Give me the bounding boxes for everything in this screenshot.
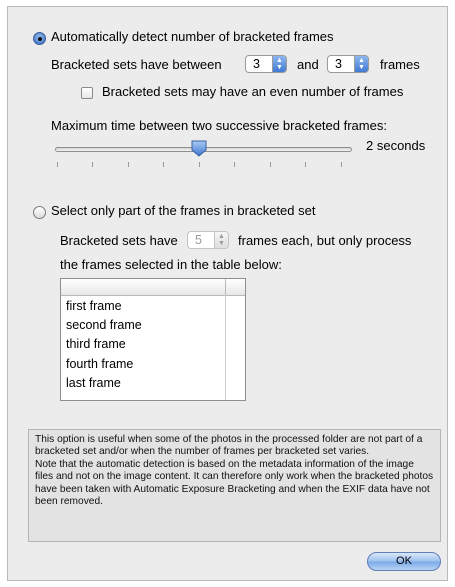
slider-tick [199,162,200,167]
max-time-label: Maximum time between two successive brac… [51,118,387,133]
slider-value-text: 2 seconds [366,138,426,153]
select-part-radio[interactable] [33,206,46,219]
even-number-checkbox[interactable] [81,87,93,99]
slider-tick [92,162,93,167]
table-instruction-text: the frames selected in the table below: [60,257,282,272]
ok-button[interactable]: OK [367,552,441,571]
list-item[interactable]: first frame [66,299,122,313]
list-item[interactable]: fourth frame [66,357,133,371]
slider-tick [270,162,271,167]
max-frames-stepper[interactable]: 3 ▲ ▼ [327,55,369,73]
stepper-arrows-icon[interactable]: ▲ ▼ [272,56,286,72]
info-text-box: This option is useful when some of the p… [28,429,441,542]
max-time-slider-thumb[interactable] [191,140,207,157]
frames-table[interactable]: first frame second frame third frame fou… [60,278,246,401]
min-frames-stepper[interactable]: 3 ▲ ▼ [245,55,287,73]
slider-tick [234,162,235,167]
each-suffix-text: frames each, but only process [238,233,412,248]
list-item[interactable]: third frame [66,337,126,351]
min-frames-value: 3 [253,57,260,71]
stepper-arrows-icon[interactable]: ▲ ▼ [214,232,228,248]
select-part-label: Select only part of the frames in bracke… [51,203,316,218]
stepper-arrows-icon[interactable]: ▲ ▼ [354,56,368,72]
slider-tick [128,162,129,167]
auto-detect-label: Automatically detect number of bracketed… [51,29,334,44]
frames-suffix-text: frames [380,57,420,72]
even-number-label: Bracketed sets may have an even number o… [102,84,404,99]
frames-count-stepper[interactable]: 5 ▲ ▼ [187,231,229,249]
between-prefix-text: Bracketed sets have between [51,57,222,72]
table-header[interactable] [61,279,245,296]
bracketing-dialog: Automatically detect number of bracketed… [7,6,448,581]
slider-tick [341,162,342,167]
and-text: and [297,57,319,72]
slider-tick [57,162,58,167]
auto-detect-radio[interactable] [33,32,46,45]
have-prefix-text: Bracketed sets have [60,233,178,248]
slider-tick [305,162,306,167]
frames-count-value: 5 [195,233,202,247]
list-item[interactable]: second frame [66,318,142,332]
list-item[interactable]: last frame [66,376,121,390]
max-frames-value: 3 [335,57,342,71]
slider-tick [163,162,164,167]
